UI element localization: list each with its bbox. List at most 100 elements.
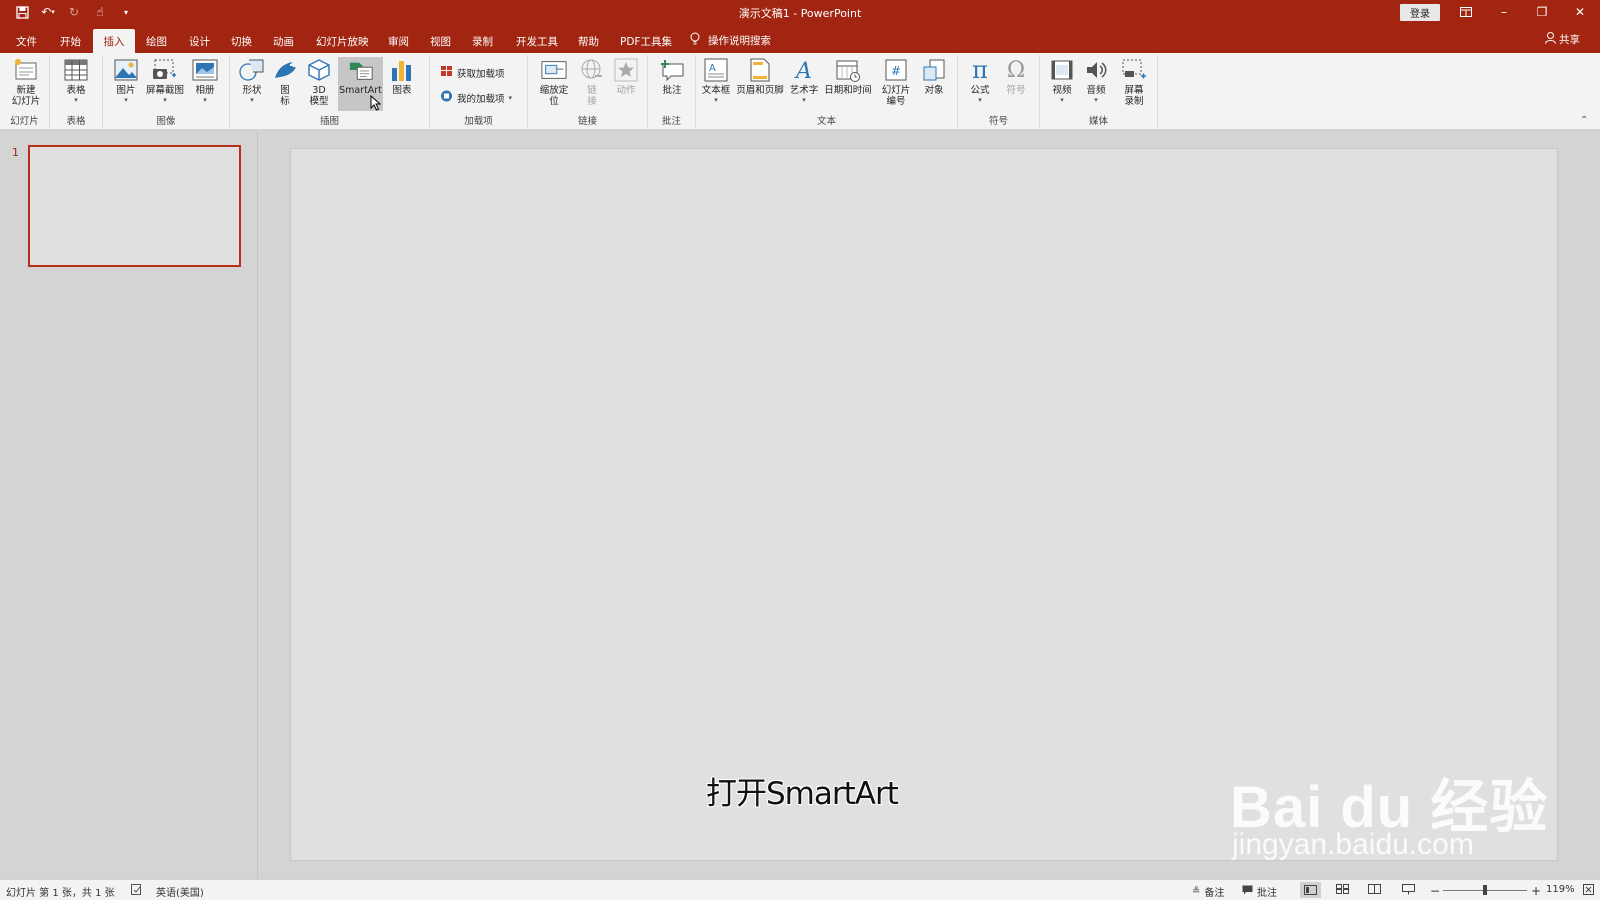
tab-review[interactable]: 审阅 [380, 29, 417, 53]
login-button[interactable]: 登录 [1400, 4, 1440, 21]
comments-button[interactable]: 批注 [1242, 884, 1277, 899]
tab-developer[interactable]: 开发工具 [508, 29, 566, 53]
slide-counter[interactable]: 幻灯片 第 1 张，共 1 张 [6, 884, 115, 899]
action-label: 动作 [616, 85, 636, 96]
3d-models-button[interactable]: 3D 模型 [304, 57, 334, 107]
zoom-level[interactable]: 119% [1546, 884, 1575, 895]
reading-view-icon[interactable] [1368, 884, 1381, 894]
symbol-label: 符号 [1006, 85, 1026, 96]
spell-check-icon[interactable] [131, 884, 142, 895]
wordart-icon: A [791, 57, 817, 83]
tab-pdf-tools[interactable]: PDF工具集 [612, 29, 680, 53]
comment-label: 批注 [662, 85, 682, 96]
tell-me-label: 操作说明搜索 [708, 34, 771, 47]
tab-design[interactable]: 设计 [181, 29, 218, 53]
photo-album-button[interactable]: 相册 ▾ [189, 57, 221, 104]
collapse-ribbon-icon[interactable]: ⌃ [1580, 115, 1588, 126]
header-footer-button[interactable]: 页眉和页脚 [734, 57, 786, 96]
new-slide-label-2: 幻灯片 [11, 96, 41, 107]
slide-number-button[interactable]: # 幻灯片 编号 [876, 57, 916, 107]
group-label-addins: 加载项 [464, 116, 493, 127]
slide-thumbnail-pane: 1 [0, 131, 258, 879]
tab-help[interactable]: 帮助 [570, 29, 607, 53]
table-button[interactable]: 表格 ▾ [60, 57, 92, 104]
new-slide-label-1: 新建 [16, 85, 36, 96]
link-label-1: 链 [587, 85, 597, 96]
share-button[interactable]: 共享 [1545, 32, 1580, 47]
pictures-button[interactable]: 图片 ▾ [111, 57, 141, 104]
zoom-in-button[interactable]: + [1531, 884, 1541, 898]
table-label: 表格 [66, 85, 86, 96]
textbox-icon: A [703, 57, 729, 83]
zoom-button[interactable]: 缩放定 位 [534, 57, 574, 107]
equation-button[interactable]: π 公式 ▾ [964, 57, 996, 105]
symbol-button[interactable]: Ω 符号 [1000, 57, 1032, 96]
icons-button[interactable]: 图 标 [271, 57, 299, 107]
date-time-button[interactable]: 日期和时间 [822, 57, 874, 96]
fit-to-window-icon[interactable] [1583, 884, 1594, 895]
zoom-label-1: 缩放定 [539, 85, 569, 96]
notes-button[interactable]: ≗ 备注 [1192, 884, 1224, 899]
link-button[interactable]: 链 接 [578, 57, 606, 107]
chevron-down-icon: ▾ [163, 96, 167, 104]
group-label-comments: 批注 [661, 116, 681, 127]
slide-thumbnail[interactable] [28, 145, 241, 267]
svg-text:#: # [891, 64, 901, 78]
ribbon-tabs: 文件 开始 插入 绘图 设计 切换 动画 幻灯片放映 审阅 视图 录制 开发工具… [0, 26, 1600, 53]
svg-text:A: A [709, 63, 716, 74]
pictures-label: 图片 [116, 85, 136, 96]
minimize-icon[interactable]: – [1494, 3, 1514, 21]
ribbon-display-options-icon[interactable] [1456, 3, 1476, 21]
normal-view-icon[interactable] [1300, 882, 1321, 898]
zoom-out-button[interactable]: − [1430, 884, 1440, 898]
group-label-links: 链接 [577, 116, 597, 127]
restore-icon[interactable]: ❐ [1532, 3, 1552, 21]
omega-icon: Ω [1006, 57, 1026, 83]
wordart-button[interactable]: A 艺术字 ▾ [788, 57, 820, 104]
slideshow-view-icon[interactable] [1402, 884, 1415, 895]
audio-button[interactable]: 音频 ▾ [1080, 57, 1112, 104]
my-addins-icon [440, 90, 453, 105]
my-addins-button[interactable]: 我的加载项 ▾ [440, 90, 512, 105]
tab-slideshow[interactable]: 幻灯片放映 [308, 29, 377, 53]
screen-recording-button[interactable]: 屏幕 录制 [1116, 57, 1152, 107]
svg-text:A: A [794, 59, 812, 82]
share-label: 共享 [1559, 34, 1580, 46]
chart-label: 图表 [392, 85, 412, 96]
tab-transitions[interactable]: 切换 [223, 29, 260, 53]
group-comments: 批注 批注 [648, 55, 696, 128]
screenshot-icon [152, 57, 178, 83]
video-button[interactable]: 视频 ▾ [1046, 57, 1078, 104]
my-addins-label: 我的加载项 [457, 93, 505, 105]
comment-bubble-icon [1242, 885, 1253, 898]
tab-file[interactable]: 文件 [8, 29, 45, 53]
language-indicator[interactable]: 英语(美国) [156, 884, 204, 899]
close-icon[interactable]: ✕ [1570, 3, 1590, 21]
screenshot-button[interactable]: 屏幕截图 ▾ [143, 57, 187, 104]
tab-record[interactable]: 录制 [464, 29, 501, 53]
3d-models-label-1: 3D [312, 85, 326, 96]
baidu-watermark-url: jingyan.baidu.com [1232, 828, 1474, 861]
bar-chart-icon [389, 57, 415, 83]
tab-view[interactable]: 视图 [422, 29, 459, 53]
tell-me-search[interactable]: 操作说明搜索 [690, 32, 771, 48]
zoom-slider-thumb[interactable] [1483, 885, 1487, 895]
object-button[interactable]: 对象 [918, 57, 950, 96]
notes-icon: ≗ [1192, 886, 1201, 897]
wordart-label: 艺术字 [789, 85, 819, 96]
shapes-button[interactable]: 形状 ▾ [236, 57, 268, 104]
slide-canvas[interactable] [290, 148, 1558, 861]
tab-draw[interactable]: 绘图 [138, 29, 175, 53]
action-button[interactable]: 动作 [610, 57, 642, 96]
tab-home[interactable]: 开始 [52, 29, 89, 53]
get-addins-button[interactable]: 获取加载项 [440, 65, 505, 80]
chart-button[interactable]: 图表 [387, 57, 417, 96]
comment-button[interactable]: 批注 [656, 57, 688, 96]
new-slide-button[interactable]: 新建 幻灯片 [6, 57, 46, 107]
chevron-down-icon: ▾ [74, 96, 78, 104]
shapes-label: 形状 [242, 85, 262, 96]
slide-sorter-icon[interactable] [1336, 884, 1349, 894]
tab-insert[interactable]: 插入 [93, 29, 135, 53]
tab-animations[interactable]: 动画 [265, 29, 302, 53]
textbox-button[interactable]: A 文本框 ▾ [700, 57, 732, 104]
